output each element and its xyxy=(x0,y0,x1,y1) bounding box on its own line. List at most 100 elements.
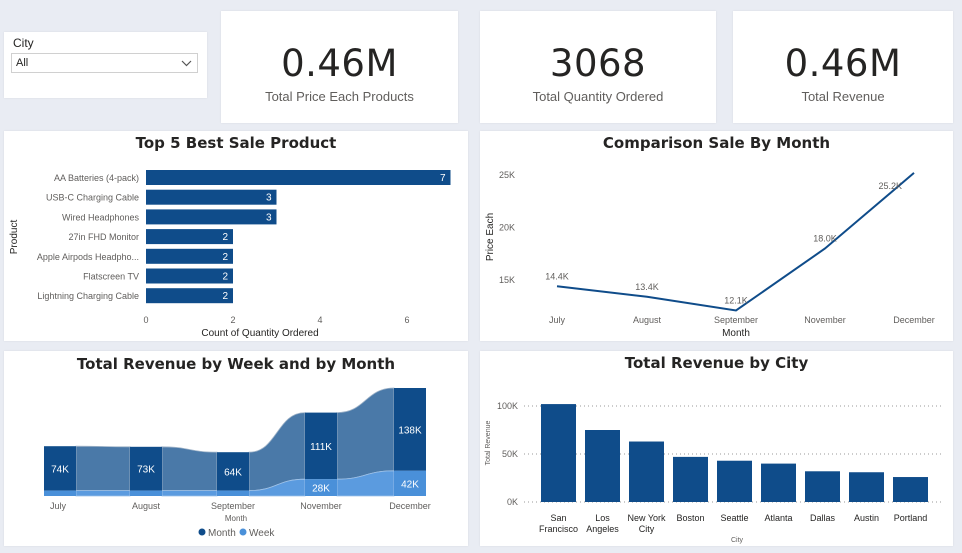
data-label: 3 xyxy=(266,212,272,223)
legend-label: Month xyxy=(208,528,236,539)
data-label: 74K xyxy=(51,464,69,475)
week-chart-card: Total Revenue by Week and by Month 74K Ju… xyxy=(4,351,468,546)
bar xyxy=(541,404,576,502)
city-dropdown[interactable]: All xyxy=(11,53,198,73)
category-label: Angeles xyxy=(586,524,619,534)
bar xyxy=(761,463,796,502)
dropdown-value: All xyxy=(16,57,29,69)
month-ribbon xyxy=(161,446,218,491)
tick-label: November xyxy=(300,501,342,511)
category-label: Portland xyxy=(894,513,928,523)
category-label: Wired Headphones xyxy=(62,212,140,222)
bar xyxy=(146,229,233,245)
data-label: 14.4K xyxy=(545,271,569,281)
tick-label: August xyxy=(633,315,662,325)
category-label: 27in FHD Monitor xyxy=(68,232,139,242)
data-label: 2 xyxy=(222,291,228,302)
category-label: USB-C Charging Cable xyxy=(46,193,139,203)
slicer-label: City xyxy=(13,36,34,50)
legend-marker-month xyxy=(198,528,206,536)
data-label: 18.0K xyxy=(813,234,837,244)
kpi-card-revenue: 0.46M Total Revenue xyxy=(733,11,953,123)
top5-bar-chart: AA Batteries (4-pack) 7 USB-C Charging Cab… xyxy=(9,170,451,339)
kpi-value: 0.46M xyxy=(281,42,398,85)
category-label: San xyxy=(550,513,566,523)
tick-label: December xyxy=(389,501,431,511)
tick-label: July xyxy=(549,315,566,325)
tick-label: August xyxy=(132,501,161,511)
category-label: Flatscreen TV xyxy=(83,272,139,282)
tick-label: 25K xyxy=(499,170,515,180)
tick-label: September xyxy=(211,501,255,511)
bar xyxy=(849,472,884,502)
axis-title: Price Each xyxy=(485,213,496,261)
data-label: 138K xyxy=(398,425,422,436)
tick-label: 15K xyxy=(499,275,515,285)
data-label: 2 xyxy=(222,232,228,243)
bar xyxy=(146,170,451,185)
top5-chart-card: Top 5 Best Sale Product AA Batteries (4-… xyxy=(4,131,468,341)
tick-label: July xyxy=(50,501,67,511)
legend-label: Week xyxy=(249,528,275,539)
month-chart-card: Comparison Sale By Month 15K 20K 25K 14.4K 1… xyxy=(480,131,953,341)
tick-label: 0 xyxy=(143,315,148,325)
axis-title: Count of Quantity Ordered xyxy=(201,328,318,339)
category-label: Seattle xyxy=(720,513,748,523)
week-ribbon-chart: 74K July 73K August 64K September 111K 28K Novem… xyxy=(44,387,431,539)
city-slicer: City All xyxy=(4,32,207,98)
data-label: 25.2K xyxy=(878,181,902,191)
kpi-label: Total Revenue xyxy=(801,89,885,104)
city-bar-chart: 0K50K100KSanFranciscoLosAngelesNew YorkC… xyxy=(485,401,944,544)
bar xyxy=(717,460,752,502)
data-label: 42K xyxy=(401,479,419,490)
category-label: Francisco xyxy=(539,524,578,534)
category-label: New York xyxy=(627,513,666,523)
axis-title: Product xyxy=(9,220,20,255)
week-bar xyxy=(130,490,162,496)
data-label: 64K xyxy=(224,467,242,478)
kpi-card-quantity: 3068 Total Quantity Ordered xyxy=(480,11,716,123)
bar xyxy=(146,288,233,304)
tick-label: September xyxy=(714,315,758,325)
tick-label: 50K xyxy=(502,449,518,459)
week-ribbon xyxy=(161,490,218,497)
bar xyxy=(585,430,620,502)
category-label: City xyxy=(639,524,655,534)
series-line xyxy=(556,172,915,312)
month-line-chart: 15K 20K 25K 14.4K 13.4K 12.1K 18.0K 25.2K July Au… xyxy=(485,170,935,339)
tick-label: 4 xyxy=(317,315,322,325)
month-ribbon xyxy=(336,387,395,480)
category-label: Apple Airpods Headpho... xyxy=(37,252,139,262)
kpi-value: 3068 xyxy=(549,42,647,85)
data-label: 12.1K xyxy=(724,295,748,305)
bar xyxy=(893,477,928,502)
bar xyxy=(146,268,233,284)
data-label: 2 xyxy=(222,252,228,263)
category-label: Lightning Charging Cable xyxy=(37,291,139,301)
month-ribbon xyxy=(75,445,131,491)
axis-title: Total Revenue xyxy=(485,421,492,466)
axis-title: Month xyxy=(722,328,750,339)
legend-marker-week xyxy=(239,528,247,536)
kpi-label: Total Quantity Ordered xyxy=(532,89,664,104)
data-label: 28K xyxy=(312,484,330,495)
axis-title: City xyxy=(731,537,744,544)
month-ribbon xyxy=(248,412,306,492)
bar xyxy=(805,471,840,502)
kpi-label: Total Price Each Products xyxy=(265,89,414,104)
tick-label: 20K xyxy=(499,223,515,233)
week-bar xyxy=(217,490,249,496)
city-chart-card: Total Revenue by City 0K 50K 100K San Franci… xyxy=(480,351,953,546)
week-bar xyxy=(44,490,76,496)
tick-label: 6 xyxy=(404,315,409,325)
data-label: 3 xyxy=(266,193,272,204)
axis-title: Month xyxy=(225,514,247,523)
bar xyxy=(629,441,664,502)
category-label: Atlanta xyxy=(764,513,792,523)
kpi-value: 0.46M xyxy=(784,42,902,85)
week-ribbon xyxy=(75,490,131,497)
data-label: 7 xyxy=(440,173,446,184)
category-label: AA Batteries (4-pack) xyxy=(54,173,139,183)
data-label: 73K xyxy=(137,465,155,476)
bar xyxy=(673,456,708,502)
